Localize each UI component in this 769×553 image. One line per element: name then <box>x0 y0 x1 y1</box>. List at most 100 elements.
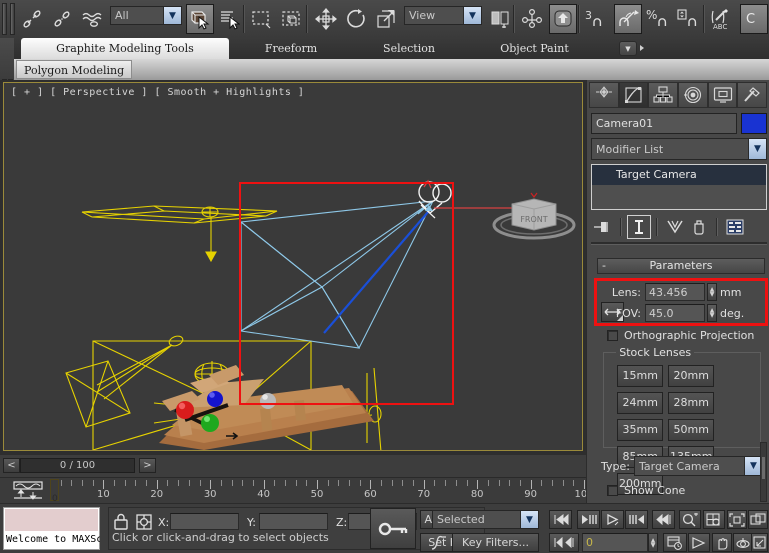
maximize-viewport-icon[interactable] <box>751 533 768 552</box>
play-animation-icon[interactable] <box>601 510 624 529</box>
field-of-view-icon[interactable] <box>688 533 710 552</box>
layer-manager-icon[interactable] <box>549 4 577 34</box>
show-cone-checkbox[interactable] <box>607 485 618 496</box>
material-editor-icon[interactable]: % <box>645 4 673 34</box>
toolbar-grip-2[interactable] <box>10 3 15 35</box>
lock-icon[interactable] <box>113 513 129 531</box>
modifier-list-dropdown[interactable]: Modifier List ▼ <box>591 138 767 160</box>
zoom-all-icon[interactable] <box>703 510 725 529</box>
stock-lens-button-15mm[interactable]: 15mm <box>617 365 663 387</box>
select-and-rotate-icon[interactable] <box>342 4 370 34</box>
lens-spinner[interactable]: ▲▼ <box>707 283 717 301</box>
motion-tab[interactable] <box>678 82 708 108</box>
ribbon-panel-polygon-modeling[interactable]: Polygon Modeling <box>16 60 132 79</box>
camera-type-dropdown[interactable]: Target Camera ▼ <box>634 456 763 476</box>
time-slider-handle[interactable]: 0 <box>50 479 59 501</box>
configure-modifier-sets-icon[interactable] <box>723 215 747 239</box>
goto-end-icon[interactable] <box>652 510 675 529</box>
maxscript-mini-listener[interactable]: Welcome to MAXScript. <box>3 507 100 550</box>
ribbon-tab-object-paint[interactable]: Object Paint <box>472 38 597 59</box>
goto-start-icon[interactable] <box>549 510 572 529</box>
use-pivot-point-center-icon[interactable] <box>486 4 514 34</box>
modify-tab[interactable] <box>619 82 649 108</box>
pin-stack-icon[interactable] <box>591 215 615 239</box>
select-by-name-icon[interactable] <box>215 4 243 34</box>
track-bar[interactable]: 102030405060708090100 0 <box>0 477 586 504</box>
current-frame-spinner[interactable]: ▲▼ <box>648 533 658 552</box>
fov-input[interactable]: 45.0 <box>645 304 705 322</box>
viewport-label[interactable]: [ + ] [ Perspective ] [ Smooth + Highlig… <box>11 87 304 98</box>
modifier-stack-item-target-camera[interactable]: Target Camera <box>592 165 766 185</box>
lens-input[interactable]: 43.456 <box>645 283 705 301</box>
graph-editors-icon[interactable]: 3 <box>583 4 611 34</box>
perspective-viewport[interactable]: [ + ] [ Perspective ] [ Smooth + Highlig… <box>3 82 583 451</box>
show-cone-row[interactable]: Show Cone <box>607 482 685 498</box>
select-and-move-icon[interactable] <box>312 4 340 34</box>
key-filter-set-dropdown[interactable]: Selected ▼ <box>432 510 539 529</box>
orthographic-projection-checkbox[interactable] <box>607 330 618 341</box>
schematic-view-icon[interactable] <box>614 4 642 34</box>
select-and-scale-icon[interactable] <box>372 4 400 34</box>
fov-spinner[interactable]: ▲▼ <box>707 304 717 322</box>
zoom-icon[interactable] <box>679 510 701 529</box>
bind-to-space-warp-icon[interactable] <box>78 4 106 34</box>
object-name-input[interactable]: Camera01 <box>591 113 737 134</box>
zoom-extents-icon[interactable] <box>727 510 747 529</box>
command-panel-scrollbar[interactable] <box>760 442 767 502</box>
zoom-region-icon[interactable] <box>748 510 768 529</box>
unlink-selection-icon[interactable] <box>48 4 76 34</box>
parameters-rollout-header[interactable]: - Parameters <box>597 258 765 274</box>
ribbon-tab-graphite-modeling-tools[interactable]: Graphite Modeling Tools <box>21 38 229 59</box>
selection-lock-icon[interactable] <box>135 513 153 531</box>
chevron-down-icon[interactable]: ▼ <box>619 41 637 56</box>
prev-frame-button[interactable]: < <box>3 458 20 473</box>
stock-lens-button-35mm[interactable]: 35mm <box>617 419 663 441</box>
maxscript-input-pane[interactable] <box>5 509 98 531</box>
select-object-icon[interactable] <box>186 4 214 34</box>
render-frame-window-icon[interactable]: ABC <box>708 4 736 34</box>
x-coordinate-input[interactable] <box>170 513 239 530</box>
ribbon-tab-freeform[interactable]: Freeform <box>236 38 346 59</box>
ribbon-more-arrow-icon[interactable] <box>640 45 644 51</box>
current-frame-input[interactable]: 0 <box>582 533 648 552</box>
next-frame-icon[interactable] <box>625 510 648 529</box>
utilities-tab[interactable] <box>737 82 767 108</box>
orbit-icon[interactable] <box>733 533 753 552</box>
frame-readout[interactable]: 0 / 100 <box>20 458 135 473</box>
y-coordinate-input[interactable] <box>259 513 328 530</box>
stock-lens-button-50mm[interactable]: 50mm <box>668 419 714 441</box>
ribbon-tab-selection[interactable]: Selection <box>354 38 464 59</box>
key-filters-button[interactable]: Key Filters... <box>452 533 539 552</box>
time-configuration-icon[interactable] <box>663 533 687 552</box>
render-production-icon[interactable]: C <box>740 4 768 34</box>
create-tab[interactable] <box>589 82 619 108</box>
rollout-collapse-icon[interactable]: - <box>602 259 606 273</box>
toolbar-grip[interactable] <box>2 3 7 35</box>
orthographic-projection-row[interactable]: Orthographic Projection <box>607 329 754 342</box>
show-end-result-icon[interactable] <box>627 215 651 239</box>
open-mini-curve-editor-icon[interactable] <box>12 480 44 502</box>
set-key-curve-icon[interactable] <box>430 534 448 552</box>
window-crossing-icon[interactable] <box>278 4 306 34</box>
stock-lens-button-24mm[interactable]: 24mm <box>617 392 663 414</box>
stock-lens-button-28mm[interactable]: 28mm <box>668 392 714 414</box>
object-color-swatch[interactable] <box>741 113 767 134</box>
main-toolbar: All ▼ <box>0 0 769 39</box>
selection-filter-dropdown[interactable]: All ▼ <box>110 6 182 25</box>
hierarchy-tab[interactable] <box>648 82 678 108</box>
make-unique-icon[interactable] <box>663 215 687 239</box>
rectangular-select-region-icon[interactable] <box>248 4 276 34</box>
previous-frame-icon[interactable] <box>577 510 600 529</box>
remove-modifier-icon[interactable] <box>687 215 711 239</box>
coordinate-system-dropdown[interactable]: View ▼ <box>404 6 482 25</box>
key-mode-toggle-button[interactable] <box>370 508 416 549</box>
modifier-stack[interactable]: Target Camera <box>591 164 767 210</box>
display-tab[interactable] <box>708 82 738 108</box>
key-mode-toggle-icon[interactable] <box>549 533 579 552</box>
mirror-icon[interactable] <box>518 4 546 34</box>
render-setup-icon[interactable] <box>676 4 704 34</box>
select-link-icon[interactable] <box>18 4 46 34</box>
stock-lens-button-20mm[interactable]: 20mm <box>668 365 714 387</box>
pan-view-icon[interactable] <box>712 533 732 552</box>
next-frame-button[interactable]: > <box>139 458 156 473</box>
